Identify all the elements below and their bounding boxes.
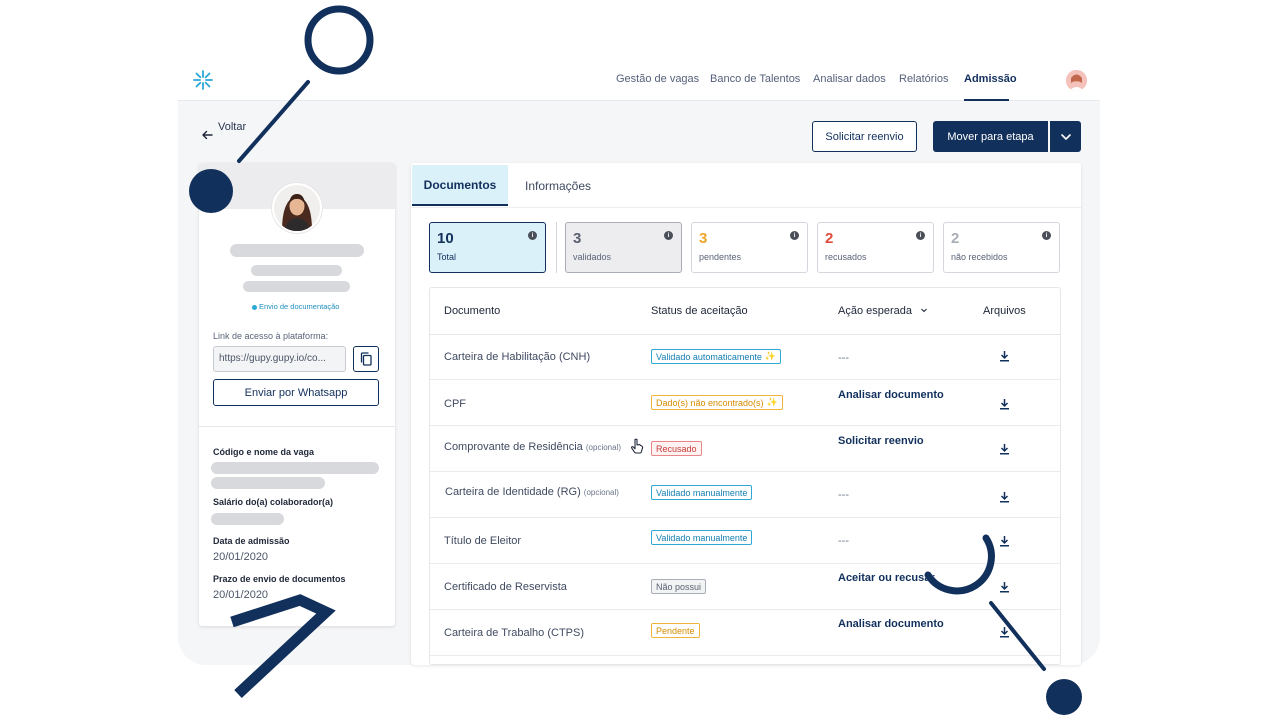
decorative-zigzag [230,594,336,699]
decorative-line [237,80,310,163]
decorative-ring [304,5,374,75]
decorative-dot [1046,679,1082,715]
decorative-line [989,601,1046,671]
decorative-dot [189,169,233,213]
decorative-arc [924,534,995,595]
decorative-shapes [189,5,1082,715]
